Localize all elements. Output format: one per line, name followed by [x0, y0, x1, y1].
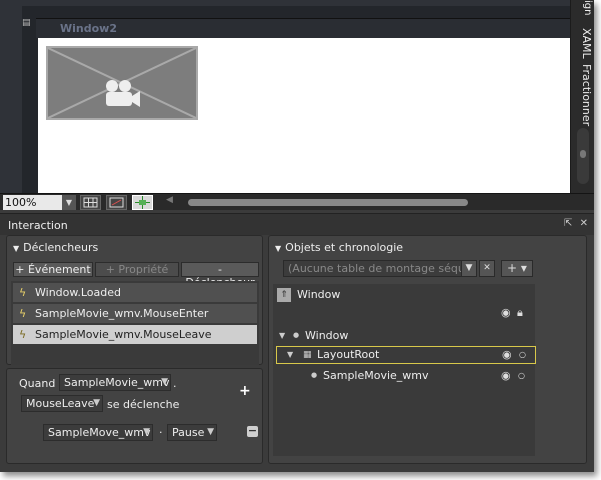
remove-trigger-button[interactable]: - Déclencheur [181, 262, 259, 289]
add-condition-icon[interactable]: + [239, 383, 251, 399]
panel-controls: ⇱ ✕ [564, 218, 588, 229]
interaction-panel-header: Interaction ⇱ ✕ [0, 213, 594, 235]
triggers-header[interactable]: ▼ Déclencheurs [13, 241, 98, 254]
snap-lines-icon[interactable] [132, 195, 153, 210]
objects-pane: ▼ Objets et chronologie (Aucune table de … [268, 235, 587, 464]
designer-toolbar: 100% ▼ ◀ [0, 193, 594, 210]
close-icon[interactable]: ✕ [580, 218, 588, 229]
view-tabs: ign XAML Fractionner [570, 0, 594, 193]
eye-icon[interactable]: ◉ [502, 347, 512, 363]
storyboard-combo[interactable]: (Aucune table de montage séquentiel ouve… [283, 260, 471, 277]
chevron-down-icon[interactable]: ▼ [461, 260, 477, 277]
caret-down-icon[interactable]: ▼ [275, 244, 281, 253]
condition-pane: Quand SampleMovie_wmv ▼ . + MouseLeave ▼ s… [6, 368, 263, 464]
new-storyboard-button[interactable]: + ▾ [501, 260, 533, 277]
remove-action-icon[interactable]: − [247, 425, 258, 437]
horizontal-scrollbar[interactable]: ◀ [166, 195, 482, 208]
fires-label: se déclenche [107, 398, 180, 411]
caret-down-icon[interactable]: ▼ [279, 326, 285, 345]
lightning-icon: ϟ [19, 307, 27, 320]
close-icon[interactable]: ✕ [479, 260, 495, 277]
lock-toggle-icon[interactable]: ○ [518, 366, 525, 385]
media-element[interactable] [46, 46, 198, 120]
eye-icon[interactable]: ◉ [501, 306, 511, 319]
chevron-down-icon: ▼ [93, 398, 100, 408]
trigger-list: ϟ Window.Loaded ϟ SampleMovie_wmv.MouseEnt… [11, 281, 259, 365]
window-content[interactable] [38, 38, 570, 193]
action-combo[interactable]: Pause ▼ [167, 424, 217, 441]
scope-up-icon[interactable]: ⇑ [277, 288, 291, 302]
window-titlebar: Window2 [36, 18, 570, 38]
tab-design[interactable]: ign [573, 0, 593, 15]
caret-down-icon[interactable]: ▼ [13, 244, 19, 253]
lock-toggle-icon[interactable]: ○ [519, 347, 526, 363]
grid-icon[interactable] [80, 195, 101, 210]
chevron-down-icon[interactable]: ▼ [62, 195, 76, 210]
media-icon: ● [311, 371, 318, 379]
scroll-left-icon[interactable]: ◀ [166, 195, 173, 205]
list-item[interactable]: ϟ SampleMovie_wmv.MouseEnter [13, 304, 257, 323]
caret-down-icon[interactable]: ▼ [287, 347, 293, 363]
window-title: Window2 [60, 22, 117, 35]
design-surface[interactable]: ▤ Window2 [0, 0, 570, 193]
panel-title: Interaction [8, 219, 68, 232]
event-combo[interactable]: MouseLeave ▼ [21, 395, 103, 412]
object-tree: ⇑ Window ◉ 🔒︎ ▼ ● Window ▼ ▦ LayoutRoot … [273, 284, 536, 456]
lock-icon[interactable]: 🔒︎ [517, 306, 523, 320]
chevron-down-icon: ▼ [143, 427, 150, 437]
trigger-source-combo[interactable]: SampleMovie_wmv ▼ [59, 374, 171, 391]
eye-icon[interactable]: ◉ [501, 366, 511, 385]
action-separator: · [159, 426, 163, 439]
tree-row-window[interactable]: ▼ ● Window [273, 326, 535, 345]
lightning-icon: ϟ [19, 328, 27, 341]
scroll-thumb[interactable] [580, 150, 586, 158]
vertical-scrollbar[interactable] [577, 128, 589, 184]
grid-icon: ▦ [303, 350, 312, 360]
selection-handle-icon[interactable]: ▤ [22, 18, 31, 28]
element-icon: ● [293, 331, 300, 339]
chevron-down-icon: ▼ [161, 377, 168, 387]
tree-row-layoutroot[interactable]: ▼ ▦ LayoutRoot ◉ ○ [276, 346, 536, 364]
list-item[interactable]: ϟ Window.Loaded [13, 283, 257, 302]
snap-grid-icon[interactable] [106, 195, 127, 210]
tab-xaml[interactable]: XAML [573, 22, 593, 64]
list-item[interactable]: ϟ SampleMovie_wmv.MouseLeave [13, 325, 257, 344]
scope-label: Window [297, 288, 341, 301]
add-event-button[interactable]: + Événement [13, 262, 93, 277]
media-placeholder-icon [48, 48, 196, 118]
chevron-down-icon: ▼ [207, 427, 214, 437]
add-property-button[interactable]: + Propriété [95, 262, 179, 277]
lightning-icon: ϟ [19, 286, 27, 299]
when-label: Quand [19, 377, 56, 390]
scroll-thumb[interactable] [188, 199, 468, 206]
tab-split[interactable]: Fractionner [573, 64, 593, 126]
triggers-pane: ▼ Déclencheurs + Événement + Propriété - … [6, 235, 263, 365]
objects-header[interactable]: ▼ Objets et chronologie [275, 241, 403, 254]
pin-icon[interactable]: ⇱ [564, 218, 572, 229]
separator-dot: . [173, 377, 177, 390]
tree-row-samplemovie[interactable]: ● SampleMovie_wmv ◉ ○ [273, 366, 535, 385]
zoom-combo[interactable]: 100% [3, 195, 63, 210]
app-frame: ▤ Window2 ign XAML Fractionner 100% ▼ ◀ … [0, 0, 594, 472]
action-target-combo[interactable]: SampleMove_wmv ▼ [43, 424, 153, 441]
